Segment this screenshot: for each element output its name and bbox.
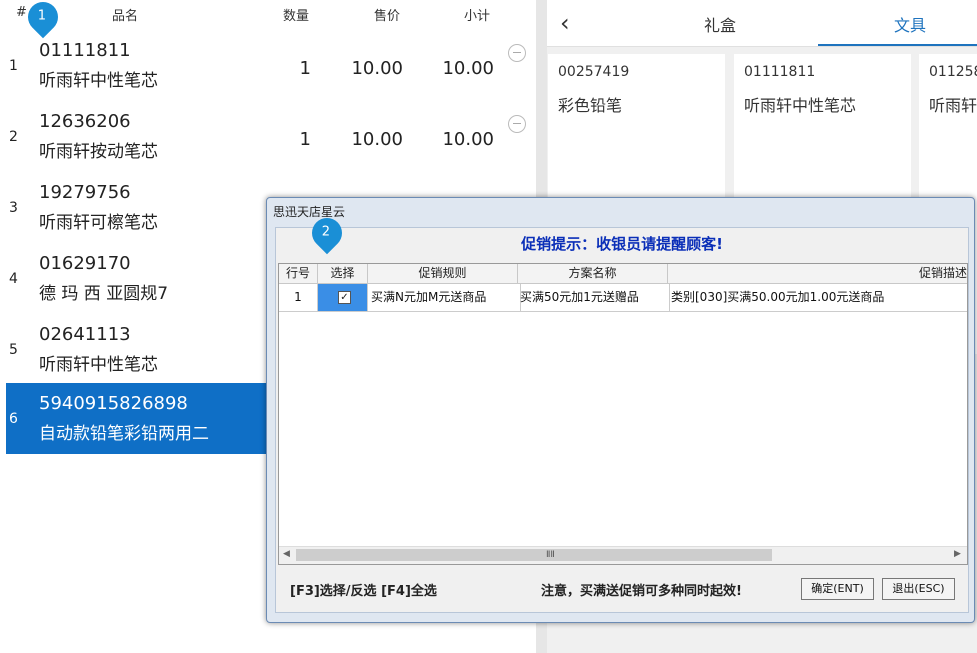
remove-item-icon[interactable] [508, 44, 526, 62]
row-name: 听雨轩中性笔芯 [39, 355, 158, 375]
dialog-body: 促销提示：收银员请提醒顾客! 行号 选择 促销规则 方案名称 促销描述 1 ✓ … [275, 227, 969, 613]
product-name: 听雨轩中性笔芯 [744, 96, 857, 115]
scroll-left-icon[interactable]: ◀ [283, 549, 290, 559]
scrollbar-thumb[interactable]: ⅡⅡ [296, 549, 772, 561]
row-index: 4 [9, 271, 18, 287]
active-tab-indicator [818, 44, 977, 46]
cart-header: # 品名 数量 售价 小计 [0, 0, 536, 28]
grip-icon: ⅡⅡ [546, 550, 555, 560]
cell-plan: 买满50元加1元送赠品 [518, 284, 670, 312]
checkbox-checked-icon[interactable]: ✓ [338, 291, 351, 304]
header-row-no[interactable]: 行号 [279, 264, 318, 284]
cell-desc: 类别[030]买满50.00元加1.00元送商品 [668, 284, 967, 312]
row-code: 01629170 [39, 253, 131, 274]
cell-rule: 买满N元加M元送商品 [368, 284, 521, 312]
col-subtotal: 小计 [464, 9, 491, 24]
product-code: 011258 [929, 64, 977, 80]
product-code: 01111811 [744, 64, 816, 80]
product-code: 00257419 [558, 64, 630, 80]
row-index: 6 [9, 411, 18, 427]
row-name: 自动款铅笔彩铅两用二 [39, 424, 209, 444]
row-subtotal: 10.00 [442, 129, 494, 150]
col-price: 售价 [374, 9, 401, 24]
tab-stationery[interactable]: 文具 [880, 12, 940, 36]
col-qty: 数量 [283, 9, 310, 24]
tab-gift[interactable]: 礼盒 [690, 12, 750, 36]
chevron-left-icon[interactable]: ‹ [560, 9, 570, 37]
header-desc[interactable]: 促销描述 [668, 264, 967, 284]
remove-item-icon[interactable] [508, 115, 526, 133]
scroll-right-icon[interactable]: ▶ [954, 549, 961, 559]
promotion-banner: 促销提示：收银员请提醒顾客! [521, 235, 723, 253]
header-plan[interactable]: 方案名称 [518, 264, 668, 284]
row-qty: 1 [299, 58, 311, 79]
row-name: 听雨轩中性笔芯 [39, 71, 158, 91]
promotion-dialog: 思迅天店星云 促销提示：收银员请提醒顾客! 行号 选择 促销规则 方案名称 促销… [266, 197, 975, 623]
row-name: 听雨轩可檫笔芯 [39, 213, 158, 233]
row-name: 德 玛 西 亚圆规7 [39, 284, 169, 304]
row-code: 5940915826898 [39, 393, 188, 414]
row-price: 10.00 [351, 58, 403, 79]
row-index: 1 [9, 58, 18, 74]
row-price: 10.00 [351, 129, 403, 150]
shortcut-hint: [F3]选择/反选 [F4]全选 [290, 584, 437, 599]
product-name: 听雨轩 [929, 96, 977, 115]
row-code: 01111811 [39, 40, 131, 61]
row-code: 12636206 [39, 111, 131, 132]
header-select[interactable]: 选择 [318, 264, 368, 284]
row-index: 3 [9, 200, 18, 216]
exit-button[interactable]: 退出(ESC) [882, 578, 955, 600]
cell-select[interactable]: ✓ [318, 284, 368, 312]
row-code: 19279756 [39, 182, 131, 203]
col-index: # [16, 5, 27, 20]
row-name: 听雨轩按动笔芯 [39, 142, 158, 162]
row-index: 5 [9, 342, 18, 358]
promotion-table: 行号 选择 促销规则 方案名称 促销描述 1 ✓ 买满N元加M元送商品 买满50… [278, 263, 968, 565]
cart-row[interactable]: 1 01111811 听雨轩中性笔芯 1 10.00 10.00 [6, 30, 530, 100]
row-index: 2 [9, 129, 18, 145]
promotion-note: 注意，买满送促销可多种同时起效! [541, 584, 742, 599]
ok-button[interactable]: 确定(ENT) [801, 578, 874, 600]
horizontal-scrollbar[interactable]: ◀ ⅡⅡ ▶ [279, 546, 967, 564]
cell-row-no: 1 [279, 284, 318, 312]
header-rule[interactable]: 促销规则 [368, 264, 518, 284]
cart-row[interactable]: 2 12636206 听雨轩按动笔芯 1 10.00 10.00 [6, 101, 530, 171]
row-subtotal: 10.00 [442, 58, 494, 79]
row-qty: 1 [299, 129, 311, 150]
dialog-title: 思迅天店星云 [273, 205, 346, 219]
row-code: 02641113 [39, 324, 131, 345]
product-name: 彩色铅笔 [558, 96, 623, 115]
col-name: 品名 [112, 9, 139, 24]
